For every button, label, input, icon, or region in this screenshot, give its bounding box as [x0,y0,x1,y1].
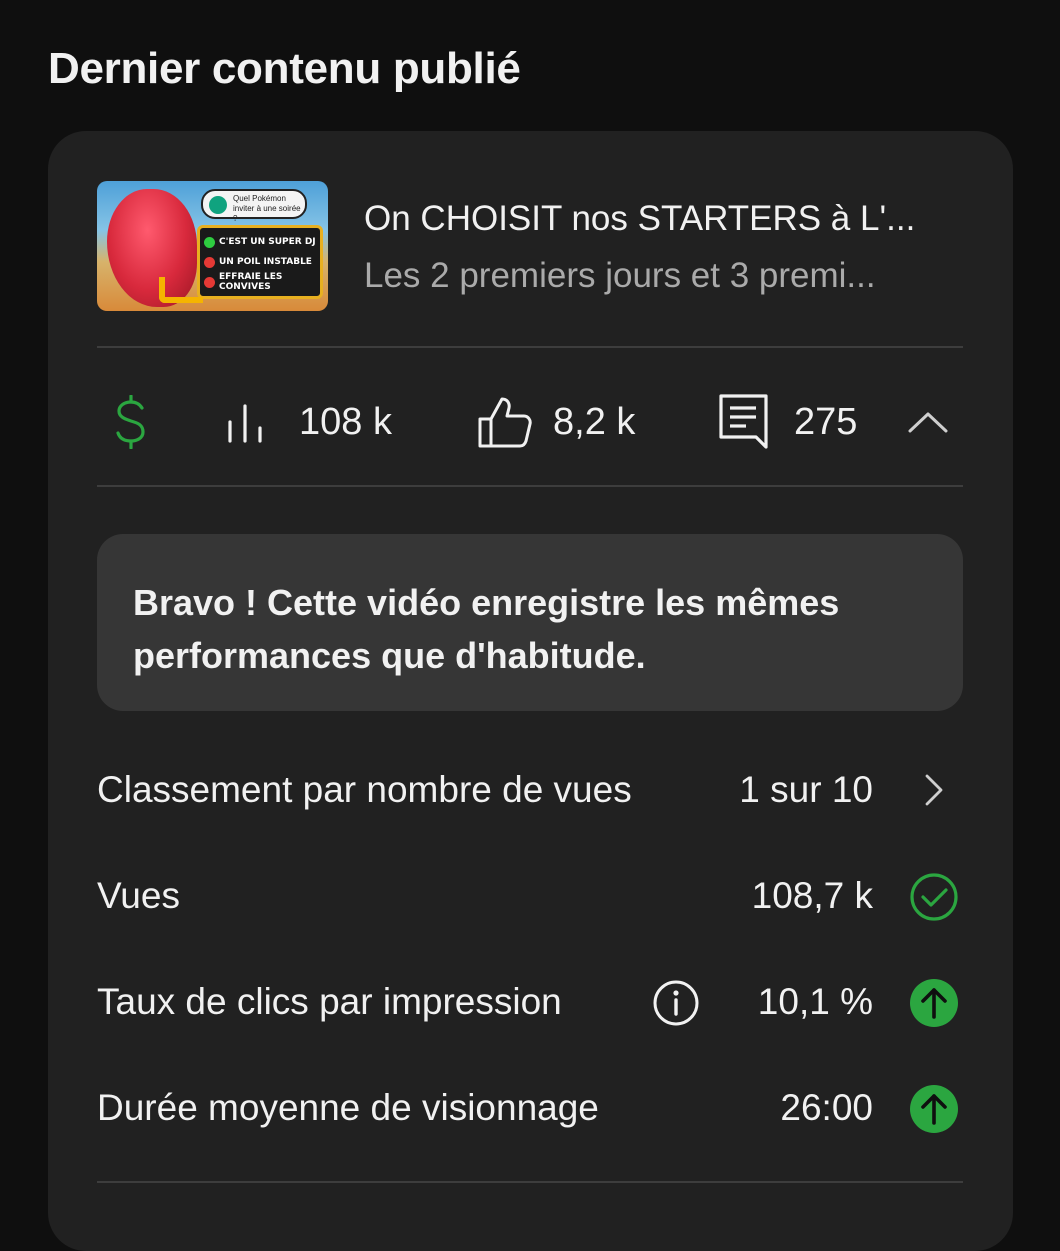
stats-row: 108 k 8,2 k 275 [97,376,963,468]
section-title: Dernier contenu publié [48,44,521,93]
dollar-icon [111,395,151,449]
metric-value: 1 sur 10 [739,769,873,810]
performance-banner: Bravo ! Cette vidéo enregistre les mêmes… [97,534,963,711]
arrow-up-circle-icon [909,1084,959,1139]
chatgpt-logo-icon [209,196,227,214]
cross-dot-icon [204,276,215,288]
metric-row-views: Vues 108,7 k [97,866,963,926]
metric-label: Vues [97,875,180,916]
comment-icon [718,393,770,451]
metric-row-avg-duration: Durée moyenne de visionnage 26:00 [97,1078,963,1138]
metric-label: Durée moyenne de visionnage [97,1087,599,1128]
arrow-up-circle-icon [909,978,959,1033]
video-row[interactable]: Quel Pokémon inviter à une soirée ? C'ES… [97,181,963,311]
divider [97,1181,963,1183]
divider [97,346,963,348]
comments-count: 275 [794,400,858,443]
collapse-button[interactable] [907,376,949,468]
views-stat: 108 k [225,376,392,468]
chevron-up-icon[interactable] [907,410,949,434]
check-dot-icon [204,236,215,248]
thumbnail-option: UN POIL INSTABLE [204,252,316,272]
thumbnail-option: C'EST UN SUPER DJ [204,232,316,252]
metric-value: 26:00 [780,1087,873,1128]
metric-label: Classement par nombre de vues [97,769,632,810]
thumbnail-bubble-text: Quel Pokémon inviter à une soirée ? [233,194,301,223]
info-icon[interactable] [652,979,700,1032]
thumbs-up-icon [477,395,533,449]
divider [97,485,963,487]
arrow-icon [159,277,203,303]
metric-row-ranking[interactable]: Classement par nombre de vues 1 sur 10 [97,760,963,820]
metric-value: 10,1 % [757,981,873,1022]
likes-count: 8,2 k [553,400,636,443]
video-subtitle: Les 2 premiers jours et 3 premi... [364,256,876,295]
likes-stat: 8,2 k [477,376,635,468]
chevron-right-icon[interactable] [923,772,945,813]
thumbnail-option: EFFRAIE LES CONVIVES [204,272,316,292]
comments-stat: 275 [718,376,857,468]
performance-banner-text: Bravo ! Cette vidéo enregistre les mêmes… [133,582,840,676]
metric-row-ctr: Taux de clics par impression 10,1 % [97,972,963,1032]
video-title[interactable]: On CHOISIT nos STARTERS à L'... [364,199,964,239]
bar-chart-icon [225,400,269,444]
metric-label: Taux de clics par impression [97,981,562,1022]
check-circle-icon [909,872,959,927]
thumbnail-option-text: UN POIL INSTABLE [219,257,312,267]
thumbnail-bubble: Quel Pokémon inviter à une soirée ? [201,189,307,223]
thumbnail-option-text: EFFRAIE LES CONVIVES [219,272,283,292]
revenue-stat [111,376,151,468]
video-thumbnail[interactable]: Quel Pokémon inviter à une soirée ? C'ES… [97,181,328,311]
thumbnail-option-text: C'EST UN SUPER DJ [219,237,316,247]
metric-value: 108,7 k [751,875,873,916]
cross-dot-icon [204,256,215,268]
thumbnail-options-panel: C'EST UN SUPER DJ UN POIL INSTABLE EFFRA… [197,225,323,299]
views-count: 108 k [299,400,392,443]
latest-content-card: Quel Pokémon inviter à une soirée ? C'ES… [48,131,1013,1251]
